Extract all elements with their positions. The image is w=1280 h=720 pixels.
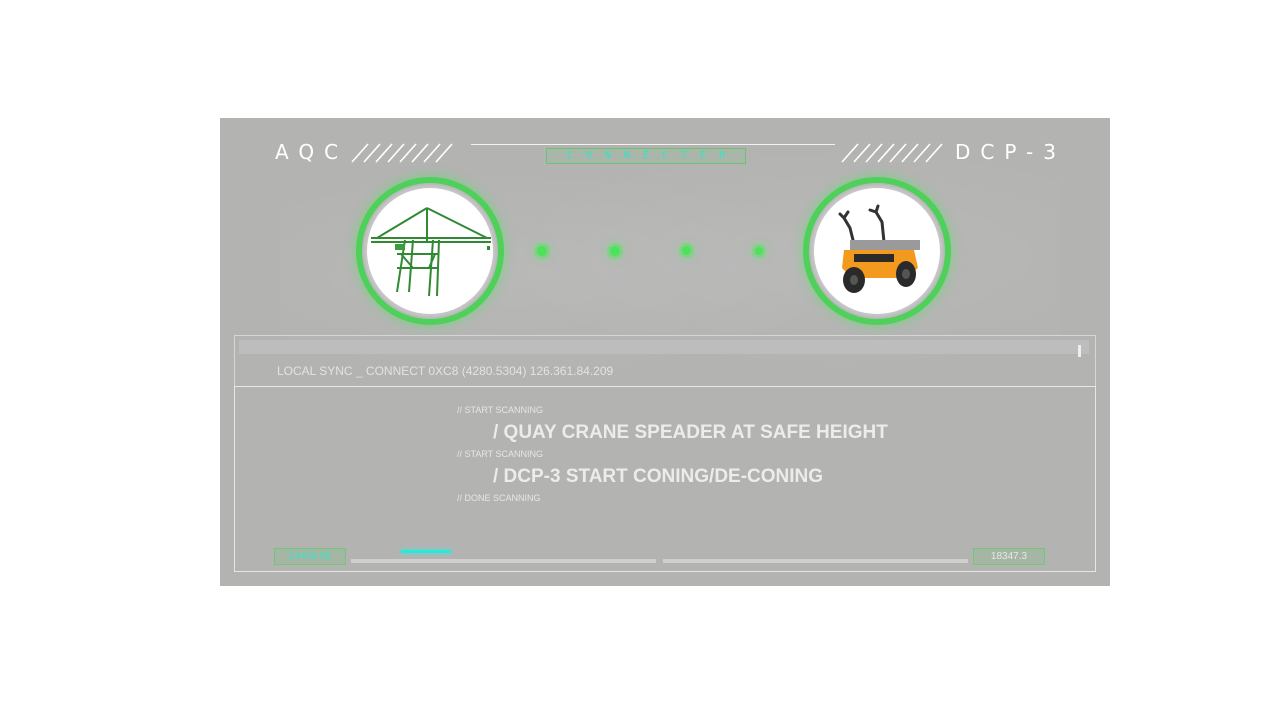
console-line: LOCAL SYNC _ CONNECT 0XC8 (4280.5304) 12… — [277, 364, 614, 378]
console-scrollbar-track[interactable] — [239, 340, 1089, 357]
left-device-label: AQC — [275, 140, 349, 164]
robot-vehicle-icon — [838, 204, 920, 293]
left-stat-value: 24406.06 — [274, 548, 346, 565]
right-slash-decoration — [841, 143, 943, 163]
connection-dot — [755, 247, 763, 255]
right-progress-track — [663, 559, 968, 563]
left-progress-track — [351, 559, 656, 563]
progress-indicator — [401, 550, 451, 553]
log-entry-small: // START SCANNING — [457, 405, 544, 415]
connection-dot — [610, 246, 620, 256]
log-entry-big: / DCP-3 START CONING/DE-CONING — [493, 466, 824, 487]
console-scroll-thumb[interactable] — [1078, 345, 1081, 357]
scan-log-panel: // START SCANNING / QUAY CRANE SPEADER A… — [234, 386, 1096, 572]
console-panel: LOCAL SYNC _ CONNECT 0XC8 (4280.5304) 12… — [234, 335, 1096, 387]
log-entry-big: / QUAY CRANE SPEADER AT SAFE HEIGHT — [493, 422, 888, 443]
connection-panel: AQC CONNECTED DCP-3 LOCAL SYNC _ CONNECT… — [220, 118, 1110, 586]
aqc-node[interactable] — [356, 177, 504, 325]
connection-status-badge: CONNECTED — [546, 148, 746, 164]
header-divider — [471, 144, 835, 145]
log-entry-small: // START SCANNING — [457, 449, 544, 459]
right-stat-value: 18347.3 — [973, 548, 1045, 565]
connection-dot — [537, 246, 547, 256]
log-entry-small: // DONE SCANNING — [457, 493, 541, 503]
right-device-label: DCP-3 — [955, 140, 1066, 164]
connection-dot — [682, 246, 691, 255]
left-slash-decoration — [351, 143, 453, 163]
dcp3-node[interactable] — [803, 177, 951, 325]
crane-icon — [371, 207, 491, 297]
